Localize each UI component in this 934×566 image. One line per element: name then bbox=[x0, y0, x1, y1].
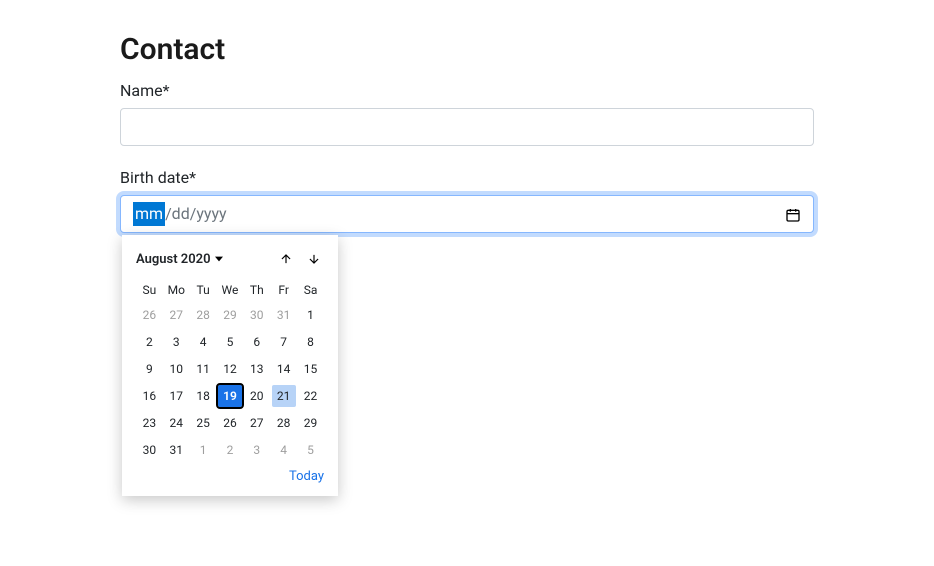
date-segment-yyyy[interactable]: yyyy bbox=[196, 202, 226, 226]
weekday-header: Su bbox=[136, 279, 163, 301]
name-input[interactable] bbox=[120, 108, 814, 146]
calendar-day[interactable]: 30 bbox=[136, 436, 163, 463]
calendar-day[interactable]: 23 bbox=[136, 409, 163, 436]
calendar-day[interactable]: 15 bbox=[297, 355, 324, 382]
calendar-day[interactable]: 3 bbox=[163, 328, 190, 355]
weekday-header: Th bbox=[243, 279, 270, 301]
calendar-day[interactable]: 21 bbox=[270, 382, 297, 409]
date-segment-dd[interactable]: dd bbox=[172, 202, 190, 226]
chevron-down-icon bbox=[215, 252, 223, 267]
next-month-button[interactable] bbox=[304, 249, 324, 269]
calendar-day[interactable]: 31 bbox=[270, 301, 297, 328]
calendar-day[interactable]: 24 bbox=[163, 409, 190, 436]
calendar-day[interactable]: 4 bbox=[190, 328, 217, 355]
calendar-day[interactable]: 31 bbox=[163, 436, 190, 463]
calendar-day[interactable]: 1 bbox=[297, 301, 324, 328]
month-year-selector[interactable]: August 2020 bbox=[136, 252, 223, 267]
calendar-day[interactable]: 14 bbox=[270, 355, 297, 382]
calendar-day[interactable]: 5 bbox=[297, 436, 324, 463]
calendar-day[interactable]: 4 bbox=[270, 436, 297, 463]
prev-month-button[interactable] bbox=[276, 249, 296, 269]
date-placeholder: mm / dd / yyyy bbox=[133, 202, 227, 226]
calendar-day[interactable]: 26 bbox=[136, 301, 163, 328]
weekday-header: Sa bbox=[297, 279, 324, 301]
weekday-header: Fr bbox=[270, 279, 297, 301]
calendar-day[interactable]: 20 bbox=[243, 382, 270, 409]
weekday-header: We bbox=[217, 279, 244, 301]
calendar-day[interactable]: 10 bbox=[163, 355, 190, 382]
calendar-day[interactable]: 27 bbox=[163, 301, 190, 328]
weekday-header: Tu bbox=[190, 279, 217, 301]
calendar-day[interactable]: 7 bbox=[270, 328, 297, 355]
calendar-day[interactable]: 28 bbox=[190, 301, 217, 328]
calendar-day[interactable]: 5 bbox=[217, 328, 244, 355]
calendar-day[interactable]: 11 bbox=[190, 355, 217, 382]
calendar-day[interactable]: 30 bbox=[243, 301, 270, 328]
calendar-day[interactable]: 29 bbox=[297, 409, 324, 436]
calendar-day[interactable]: 2 bbox=[136, 328, 163, 355]
calendar-day[interactable]: 8 bbox=[297, 328, 324, 355]
calendar-day[interactable]: 26 bbox=[217, 409, 244, 436]
page-title: Contact bbox=[120, 32, 814, 67]
calendar-day[interactable]: 22 bbox=[297, 382, 324, 409]
calendar-day[interactable]: 1 bbox=[190, 436, 217, 463]
calendar-day[interactable]: 25 bbox=[190, 409, 217, 436]
today-link[interactable]: Today bbox=[289, 469, 324, 484]
calendar-day[interactable]: 18 bbox=[190, 382, 217, 409]
calendar-day[interactable]: 16 bbox=[136, 382, 163, 409]
datepicker-popup: August 2020 SuMoTuWeThFrSa 2627282930311… bbox=[122, 235, 338, 496]
calendar-day[interactable]: 27 bbox=[243, 409, 270, 436]
calendar-icon[interactable] bbox=[785, 206, 801, 222]
birthdate-input[interactable]: mm / dd / yyyy bbox=[120, 195, 814, 233]
name-label: Name* bbox=[120, 81, 814, 100]
calendar-day[interactable]: 29 bbox=[217, 301, 244, 328]
calendar-day[interactable]: 6 bbox=[243, 328, 270, 355]
date-segment-mm[interactable]: mm bbox=[133, 202, 165, 226]
weekday-header: Mo bbox=[163, 279, 190, 301]
contact-form: Contact Name* Birth date* mm / dd / yyyy bbox=[0, 0, 934, 233]
calendar-day[interactable]: 19 bbox=[217, 382, 244, 409]
calendar-grid: SuMoTuWeThFrSa 2627282930311234567891011… bbox=[136, 279, 324, 463]
calendar-day[interactable]: 17 bbox=[163, 382, 190, 409]
calendar-day[interactable]: 13 bbox=[243, 355, 270, 382]
calendar-day[interactable]: 2 bbox=[217, 436, 244, 463]
calendar-day[interactable]: 3 bbox=[243, 436, 270, 463]
birthdate-label: Birth date* bbox=[120, 168, 814, 187]
calendar-day[interactable]: 9 bbox=[136, 355, 163, 382]
calendar-day[interactable]: 28 bbox=[270, 409, 297, 436]
calendar-day[interactable]: 12 bbox=[217, 355, 244, 382]
